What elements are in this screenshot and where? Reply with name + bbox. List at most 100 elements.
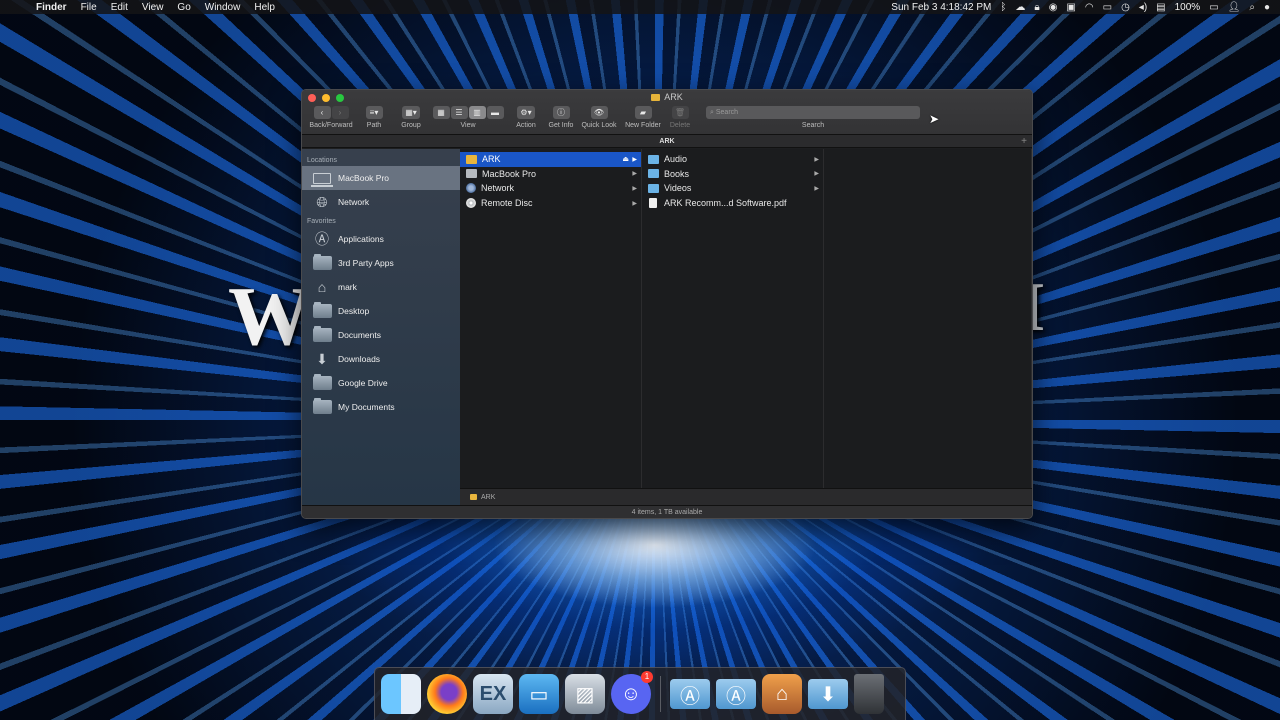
menu-go[interactable]: Go [171,2,198,13]
forward-button[interactable]: › [331,106,349,119]
battery-icon[interactable]: ▭ [1209,2,1218,13]
column-row-videos[interactable]: Videos ▶ [642,181,823,196]
menu-app-finder[interactable]: Finder [30,2,75,13]
wifi-icon[interactable]: ◠ [1085,2,1094,13]
row-label: Remote Disc [481,198,533,209]
sidebar-item-macbook-pro[interactable]: MacBook Pro [302,166,460,190]
back-button[interactable]: ‹ [313,106,331,119]
search-input[interactable]: ⌕ Search [706,106,920,119]
desktop-icon [312,302,332,319]
downloads-folder-icon[interactable]: ⬇︎ [808,679,848,709]
trash-icon[interactable] [854,674,884,714]
discord-icon[interactable]: ☺ 1 [611,671,653,714]
get-info-button[interactable]: ⓘ [552,106,570,119]
firefox-icon[interactable] [427,674,467,714]
volume-icon[interactable]: ◂) [1139,2,1147,13]
sidebar-item-my-documents[interactable]: My Documents [302,395,460,419]
quick-look-label: Quick Look [581,122,617,129]
path-footer-label[interactable]: ARK [481,494,495,501]
back-forward-label: Back/Forward [309,122,353,129]
gallery-view-button[interactable]: ▬ [486,106,504,119]
folder-icon [312,398,332,415]
action-button[interactable]: ⚙▾ [517,106,535,119]
column-row-books[interactable]: Books ▶ [642,167,823,182]
menu-view[interactable]: View [136,2,172,13]
sidebar-item-desktop[interactable]: Desktop [302,299,460,323]
sidebar-item-google-drive[interactable]: Google Drive [302,371,460,395]
folder-icon [312,374,332,391]
sidebar-item-mark[interactable]: ⌂ mark [302,275,460,299]
bluetooth-icon[interactable]: ᛒ [1000,2,1006,13]
add-tab-icon[interactable]: + [1021,135,1027,148]
get-info-group: ⓘ Get Info [546,106,576,129]
drive-icon [466,154,477,164]
dock-separator [660,676,661,712]
path-label: Path [366,122,382,129]
column-row-ark[interactable]: ARK ⏏ ▶ [460,152,641,167]
column-row-network[interactable]: Network ▶ [460,181,641,196]
window-title: ARK [302,92,1032,102]
siri-icon[interactable]: ● [1264,2,1270,13]
row-label: Network [481,183,515,194]
column-row-remote-disc[interactable]: Remote Disc ▶ [460,196,641,211]
title-bar[interactable]: ARK ‹ › Back/Forward ≡▾ Path ▦▾ Group ▦ [302,90,1032,135]
cloud-icon[interactable]: ☁ [1015,2,1025,13]
chevron-right-icon: ▶ [814,156,819,163]
time-machine-icon[interactable]: ◷ [1121,2,1130,13]
finder-icon[interactable] [381,674,421,714]
group-button[interactable]: ▦▾ [402,106,420,119]
chevron-right-icon: ▶ [814,171,819,178]
icon-view-button[interactable]: ▦ [432,106,450,119]
menu-window[interactable]: Window [199,2,249,13]
column-row-macbook-pro[interactable]: MacBook Pro ▶ [460,167,641,182]
sidebar-item-label: Applications [338,234,384,244]
battery-percent[interactable]: 100% [1175,2,1201,13]
menu-edit[interactable]: Edit [105,2,136,13]
menu-help[interactable]: Help [248,2,283,13]
applications-folder-icon[interactable]: Ⓐ [670,679,710,709]
airplay-icon[interactable]: ▭ [1103,2,1112,13]
sidebar-item-downloads[interactable]: ⬇︎ Downloads [302,347,460,371]
network-icon: 🌐︎ [316,194,328,210]
column-row-pdf[interactable]: ARK Recomm...d Software.pdf [642,196,823,211]
documents-icon [312,326,332,343]
user-icon[interactable]: 👤︎ [1228,2,1241,13]
keynote-icon[interactable]: ▭ [519,674,559,714]
back-forward-group: ‹ › Back/Forward [306,106,356,129]
action-group: ⚙▾ Action [509,106,543,129]
ex-icon[interactable]: EX [473,674,513,714]
column-view-button[interactable]: ▥ [468,106,486,119]
column-1: ARK ⏏ ▶ MacBook Pro ▶ Network ▶ Remote D… [460,149,642,505]
row-label: Audio [664,154,688,165]
sidebar-item-label: MacBook Pro [338,173,390,183]
laptop-icon [311,170,333,187]
menubar-clock[interactable]: Sun Feb 3 4:18:42 PM [891,2,991,13]
column-row-audio[interactable]: Audio ▶ [642,152,823,167]
sidebar-item-documents[interactable]: Documents [302,323,460,347]
menu-file[interactable]: File [75,2,105,13]
sidebar-item-applications[interactable]: Ⓐ Applications [302,227,460,251]
lock-icon[interactable]: 🔒︎ [1034,2,1039,13]
spotlight-icon[interactable]: ⌕ [1249,2,1255,13]
sidebar-item-network[interactable]: 🌐︎ Network [302,190,460,214]
dropbox-icon[interactable]: ◉ [1049,2,1058,13]
quick-look-group: 👁︎ Quick Look [579,106,619,129]
hard-drive-icon [466,169,477,179]
sidebar-item-label: My Documents [338,402,395,412]
sidebar-item-3rd-party-apps[interactable]: 3rd Party Apps [302,251,460,275]
notification-badge: 1 [641,671,653,683]
path-button[interactable]: ≡▾ [365,106,383,119]
quick-look-button[interactable]: 👁︎ [590,106,608,119]
delete-button[interactable]: 🗑︎ [671,106,689,119]
new-folder-button[interactable]: ▰ [634,106,652,119]
spotlight-menu-icon[interactable]: ▤ [1156,2,1165,13]
home-folder-icon[interactable]: ⌂ [762,674,802,714]
eject-icon[interactable]: ⏏ [622,155,629,163]
list-view-button[interactable]: ☰ [450,106,468,119]
delete-group: 🗑︎ Delete [664,106,696,129]
preview-icon[interactable]: ▨ [565,674,605,714]
column-3[interactable] [824,149,1032,505]
search-placeholder: Search [715,109,739,116]
display-icon[interactable]: ▣ [1066,2,1075,13]
documents-folder-icon[interactable]: Ⓐ [716,679,756,709]
